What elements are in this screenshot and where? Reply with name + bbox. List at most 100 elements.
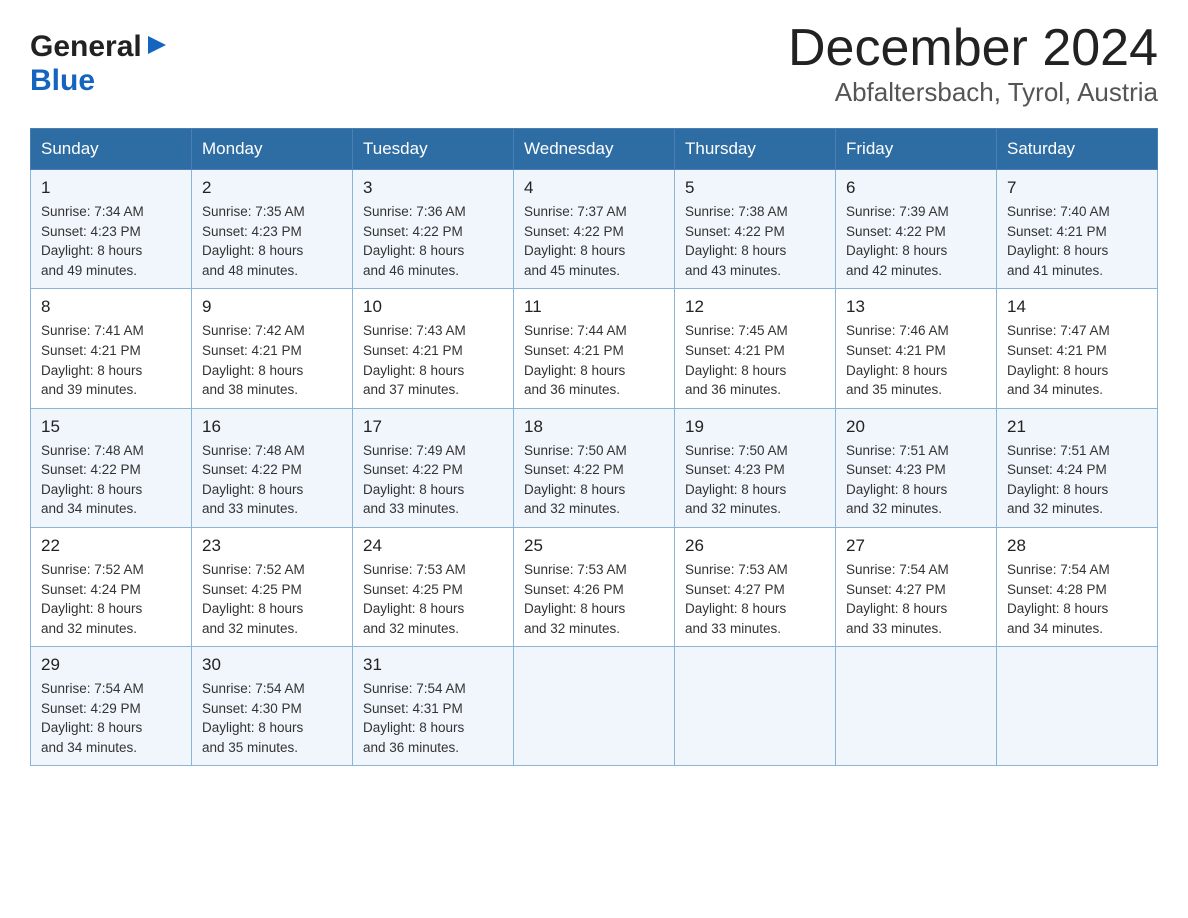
calendar-cell: 28Sunrise: 7:54 AMSunset: 4:28 PMDayligh… — [997, 527, 1158, 646]
calendar-cell: 30 Sunrise: 7:54 AMSunset: 4:30 PMDayligh… — [192, 647, 353, 766]
day-info: Sunrise: 7:42 AMSunset: 4:21 PMDaylight:… — [202, 321, 342, 399]
calendar-cell: 9 Sunrise: 7:42 AMSunset: 4:21 PMDaylight… — [192, 289, 353, 408]
calendar-cell: 23 Sunrise: 7:52 AMSunset: 4:25 PMDayligh… — [192, 527, 353, 646]
day-info: Sunrise: 7:53 AMSunset: 4:26 PMDaylight:… — [524, 560, 664, 638]
location-title: Abfaltersbach, Tyrol, Austria — [788, 77, 1158, 108]
calendar-cell: 6Sunrise: 7:39 AMSunset: 4:22 PMDaylight… — [836, 170, 997, 289]
day-info: Sunrise: 7:46 AMSunset: 4:21 PMDaylight:… — [846, 321, 986, 399]
calendar-cell: 1 Sunrise: 7:34 AMSunset: 4:23 PMDaylight… — [31, 170, 192, 289]
day-number: 4 — [524, 178, 664, 198]
day-number: 21 — [1007, 417, 1147, 437]
day-info: Sunrise: 7:48 AMSunset: 4:22 PMDaylight:… — [41, 441, 181, 519]
calendar-cell: 18 Sunrise: 7:50 AMSunset: 4:22 PMDayligh… — [514, 408, 675, 527]
day-number: 20 — [846, 417, 986, 437]
weekday-header-sunday: Sunday — [31, 129, 192, 170]
day-info: Sunrise: 7:51 AMSunset: 4:24 PMDaylight:… — [1007, 441, 1147, 519]
logo: General Blue — [30, 30, 168, 98]
day-number: 5 — [685, 178, 825, 198]
day-info: Sunrise: 7:47 AMSunset: 4:21 PMDaylight:… — [1007, 321, 1147, 399]
calendar-cell: 13 Sunrise: 7:46 AMSunset: 4:21 PMDayligh… — [836, 289, 997, 408]
calendar-cell — [997, 647, 1158, 766]
day-number: 27 — [846, 536, 986, 556]
week-row-3: 15 Sunrise: 7:48 AMSunset: 4:22 PMDayligh… — [31, 408, 1158, 527]
month-title: December 2024 — [788, 20, 1158, 77]
calendar-cell: 19 Sunrise: 7:50 AMSunset: 4:23 PMDayligh… — [675, 408, 836, 527]
day-info: Sunrise: 7:34 AMSunset: 4:23 PMDaylight:… — [41, 202, 181, 280]
week-row-1: 1 Sunrise: 7:34 AMSunset: 4:23 PMDaylight… — [31, 170, 1158, 289]
day-info: Sunrise: 7:39 AMSunset: 4:22 PMDaylight:… — [846, 202, 986, 280]
day-number: 17 — [363, 417, 503, 437]
day-number: 25 — [524, 536, 664, 556]
day-number: 9 — [202, 297, 342, 317]
calendar-cell: 20 Sunrise: 7:51 AMSunset: 4:23 PMDayligh… — [836, 408, 997, 527]
day-info: Sunrise: 7:53 AMSunset: 4:27 PMDaylight:… — [685, 560, 825, 638]
day-info: Sunrise: 7:48 AMSunset: 4:22 PMDaylight:… — [202, 441, 342, 519]
day-number: 16 — [202, 417, 342, 437]
day-info: Sunrise: 7:54 AMSunset: 4:27 PMDaylight:… — [846, 560, 986, 638]
day-number: 1 — [41, 178, 181, 198]
calendar-cell: 29 Sunrise: 7:54 AMSunset: 4:29 PMDayligh… — [31, 647, 192, 766]
day-info: Sunrise: 7:50 AMSunset: 4:22 PMDaylight:… — [524, 441, 664, 519]
day-number: 13 — [846, 297, 986, 317]
day-info: Sunrise: 7:50 AMSunset: 4:23 PMDaylight:… — [685, 441, 825, 519]
calendar-cell: 8Sunrise: 7:41 AMSunset: 4:21 PMDaylight… — [31, 289, 192, 408]
weekday-header-monday: Monday — [192, 129, 353, 170]
logo-blue: Blue — [30, 64, 95, 97]
day-number: 19 — [685, 417, 825, 437]
calendar-cell — [675, 647, 836, 766]
logo-general: General — [30, 30, 142, 64]
day-number: 30 — [202, 655, 342, 675]
day-number: 12 — [685, 297, 825, 317]
calendar-cell: 24Sunrise: 7:53 AMSunset: 4:25 PMDayligh… — [353, 527, 514, 646]
calendar-cell: 31 Sunrise: 7:54 AMSunset: 4:31 PMDayligh… — [353, 647, 514, 766]
day-number: 22 — [41, 536, 181, 556]
day-number: 14 — [1007, 297, 1147, 317]
calendar-cell: 7Sunrise: 7:40 AMSunset: 4:21 PMDaylight… — [997, 170, 1158, 289]
weekday-header-friday: Friday — [836, 129, 997, 170]
calendar-cell: 21 Sunrise: 7:51 AMSunset: 4:24 PMDayligh… — [997, 408, 1158, 527]
day-info: Sunrise: 7:35 AMSunset: 4:23 PMDaylight:… — [202, 202, 342, 280]
calendar-cell: 16 Sunrise: 7:48 AMSunset: 4:22 PMDayligh… — [192, 408, 353, 527]
calendar-cell: 26Sunrise: 7:53 AMSunset: 4:27 PMDayligh… — [675, 527, 836, 646]
day-number: 2 — [202, 178, 342, 198]
day-number: 29 — [41, 655, 181, 675]
calendar-cell: 15 Sunrise: 7:48 AMSunset: 4:22 PMDayligh… — [31, 408, 192, 527]
day-number: 31 — [363, 655, 503, 675]
day-number: 23 — [202, 536, 342, 556]
calendar-cell: 11 Sunrise: 7:44 AMSunset: 4:21 PMDayligh… — [514, 289, 675, 408]
weekday-header-thursday: Thursday — [675, 129, 836, 170]
day-number: 24 — [363, 536, 503, 556]
week-row-5: 29 Sunrise: 7:54 AMSunset: 4:29 PMDayligh… — [31, 647, 1158, 766]
calendar-cell: 2 Sunrise: 7:35 AMSunset: 4:23 PMDaylight… — [192, 170, 353, 289]
calendar-cell: 17 Sunrise: 7:49 AMSunset: 4:22 PMDayligh… — [353, 408, 514, 527]
day-number: 8 — [41, 297, 181, 317]
day-info: Sunrise: 7:51 AMSunset: 4:23 PMDaylight:… — [846, 441, 986, 519]
day-info: Sunrise: 7:54 AMSunset: 4:29 PMDaylight:… — [41, 679, 181, 757]
day-info: Sunrise: 7:52 AMSunset: 4:25 PMDaylight:… — [202, 560, 342, 638]
day-number: 7 — [1007, 178, 1147, 198]
calendar-cell — [514, 647, 675, 766]
day-number: 18 — [524, 417, 664, 437]
day-number: 11 — [524, 297, 664, 317]
calendar-cell: 22 Sunrise: 7:52 AMSunset: 4:24 PMDayligh… — [31, 527, 192, 646]
day-info: Sunrise: 7:54 AMSunset: 4:30 PMDaylight:… — [202, 679, 342, 757]
day-info: Sunrise: 7:49 AMSunset: 4:22 PMDaylight:… — [363, 441, 503, 519]
logo-arrow-icon — [146, 34, 168, 61]
day-info: Sunrise: 7:54 AMSunset: 4:31 PMDaylight:… — [363, 679, 503, 757]
calendar-cell: 27 Sunrise: 7:54 AMSunset: 4:27 PMDayligh… — [836, 527, 997, 646]
day-info: Sunrise: 7:37 AMSunset: 4:22 PMDaylight:… — [524, 202, 664, 280]
day-info: Sunrise: 7:38 AMSunset: 4:22 PMDaylight:… — [685, 202, 825, 280]
day-info: Sunrise: 7:52 AMSunset: 4:24 PMDaylight:… — [41, 560, 181, 638]
weekday-header-saturday: Saturday — [997, 129, 1158, 170]
day-number: 3 — [363, 178, 503, 198]
calendar-cell: 25 Sunrise: 7:53 AMSunset: 4:26 PMDayligh… — [514, 527, 675, 646]
weekday-header-row: SundayMondayTuesdayWednesdayThursdayFrid… — [31, 129, 1158, 170]
day-info: Sunrise: 7:44 AMSunset: 4:21 PMDaylight:… — [524, 321, 664, 399]
calendar-cell: 5 Sunrise: 7:38 AMSunset: 4:22 PMDaylight… — [675, 170, 836, 289]
day-info: Sunrise: 7:43 AMSunset: 4:21 PMDaylight:… — [363, 321, 503, 399]
day-info: Sunrise: 7:36 AMSunset: 4:22 PMDaylight:… — [363, 202, 503, 280]
calendar-cell: 14 Sunrise: 7:47 AMSunset: 4:21 PMDayligh… — [997, 289, 1158, 408]
day-number: 15 — [41, 417, 181, 437]
week-row-4: 22 Sunrise: 7:52 AMSunset: 4:24 PMDayligh… — [31, 527, 1158, 646]
day-info: Sunrise: 7:54 AMSunset: 4:28 PMDaylight:… — [1007, 560, 1147, 638]
